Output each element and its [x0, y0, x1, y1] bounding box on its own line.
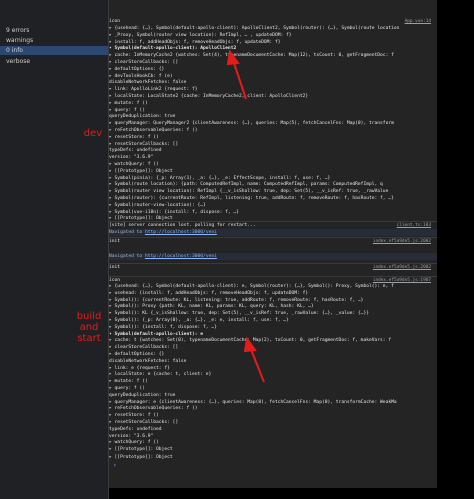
annotation-arrows: [226, 49, 265, 383]
screenshot: 9 errors warnings 0 info verbose dev bui…: [0, 0, 474, 499]
arrow-head-icon: [243, 336, 257, 353]
arrow-build-icon: [249, 346, 265, 383]
bottom-margin: [109, 488, 437, 499]
right-margin: [437, 0, 474, 499]
arrow-head-icon: [226, 49, 240, 66]
arrow-dev-icon: [232, 59, 247, 100]
